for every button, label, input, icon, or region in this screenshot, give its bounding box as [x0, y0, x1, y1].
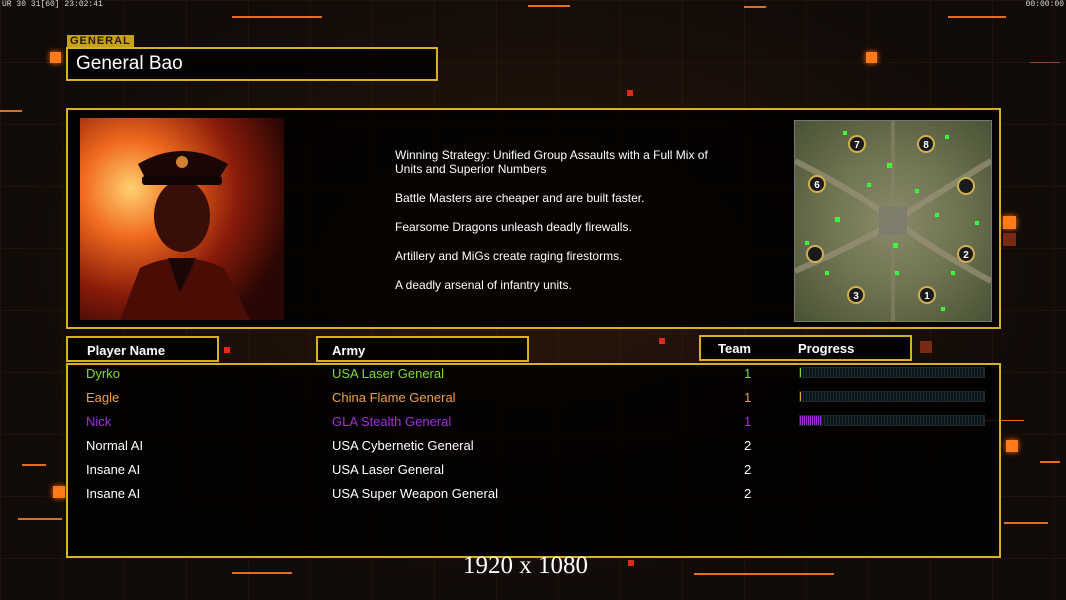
deco-square — [628, 560, 634, 566]
deco-square — [50, 52, 61, 63]
player-name-cell: Normal AI — [86, 438, 144, 453]
team-cell: 2 — [744, 486, 752, 501]
player-name-cell: Eagle — [86, 390, 120, 405]
deco-square — [627, 90, 633, 96]
player-name-header: Player Name — [66, 336, 219, 362]
deco-square — [1003, 216, 1016, 229]
start-position-label: 8 — [923, 140, 929, 151]
army-cell: USA Cybernetic General — [332, 438, 474, 453]
strategy-line: Fearsome Dragons unleash deadly firewall… — [395, 220, 632, 234]
team-progress-header: Team Progress — [699, 335, 912, 361]
progress-bar — [799, 391, 985, 402]
team-cell: 2 — [744, 462, 752, 477]
general-name: General Bao — [76, 53, 183, 74]
team-cell: 1 — [744, 390, 752, 405]
strategy-line: Artillery and MiGs create raging firesto… — [395, 249, 623, 263]
progress-bar — [799, 367, 985, 378]
start-position-label: 1 — [924, 291, 930, 302]
general-portrait — [80, 118, 284, 320]
army-cell: USA Laser General — [332, 366, 445, 381]
team-cell: 1 — [744, 414, 752, 429]
progress-fill — [800, 392, 802, 401]
player-name-cell: Insane AI — [86, 462, 141, 477]
general-tag: GENERAL — [67, 35, 134, 47]
game-timer: 00:00:00 — [1025, 0, 1064, 9]
deco-line — [18, 518, 62, 520]
player-name-header-label: Player Name — [87, 343, 166, 358]
deco-line — [1040, 461, 1060, 463]
army-cell: USA Laser General — [332, 462, 445, 477]
general-title-box: General Bao — [66, 47, 438, 81]
deco-square — [659, 338, 665, 344]
progress-bar — [799, 415, 985, 426]
strategy-line: Winning Strategy: Unified Group Assaults… — [395, 148, 708, 176]
deco-line — [694, 573, 834, 575]
team-header-label: Team — [718, 341, 751, 356]
map-preview: 7 8 6 2 3 1 — [794, 120, 992, 322]
deco-square — [920, 341, 932, 353]
deco-square — [224, 347, 230, 353]
player-name-cell: Dyrko — [86, 366, 120, 381]
start-position-label: 2 — [963, 250, 969, 261]
deco-square — [866, 52, 877, 63]
resolution-overlay: 1920 x 1080 — [463, 552, 588, 579]
deco-line — [1004, 522, 1048, 524]
deco-line — [232, 572, 292, 574]
deco-line — [948, 16, 1006, 18]
start-position-label: 6 — [814, 180, 820, 191]
fps-counter: UR 30 31[60] 23:02:41 — [2, 0, 103, 9]
deco-square — [1006, 440, 1018, 452]
start-position-label: 7 — [854, 140, 860, 151]
start-position-label: 3 — [853, 291, 859, 302]
player-name-cell: Insane AI — [86, 486, 141, 501]
team-cell: 1 — [744, 366, 752, 381]
army-header: Army — [316, 336, 529, 362]
strategy-text: Winning Strategy: Unified Group Assaults… — [395, 148, 715, 307]
team-cell: 2 — [744, 438, 752, 453]
deco-square — [1003, 233, 1016, 246]
player-name-cell: Nick — [86, 414, 112, 429]
army-cell: China Flame General — [332, 390, 456, 405]
deco-line — [232, 16, 322, 18]
strategy-line: A deadly arsenal of infantry units. — [395, 278, 572, 292]
deco-square — [53, 486, 65, 498]
army-cell: USA Super Weapon General — [332, 486, 498, 501]
deco-line — [744, 6, 766, 8]
deco-line — [22, 464, 46, 466]
deco-line — [528, 5, 570, 7]
deco-line — [0, 110, 22, 112]
progress-fill — [800, 416, 823, 425]
progress-header-label: Progress — [798, 341, 855, 356]
deco-line — [1030, 62, 1060, 63]
progress-fill — [800, 368, 802, 377]
army-cell: GLA Stealth General — [332, 414, 452, 429]
strategy-line: Battle Masters are cheaper and are built… — [395, 191, 645, 205]
army-header-label: Army — [332, 343, 366, 358]
